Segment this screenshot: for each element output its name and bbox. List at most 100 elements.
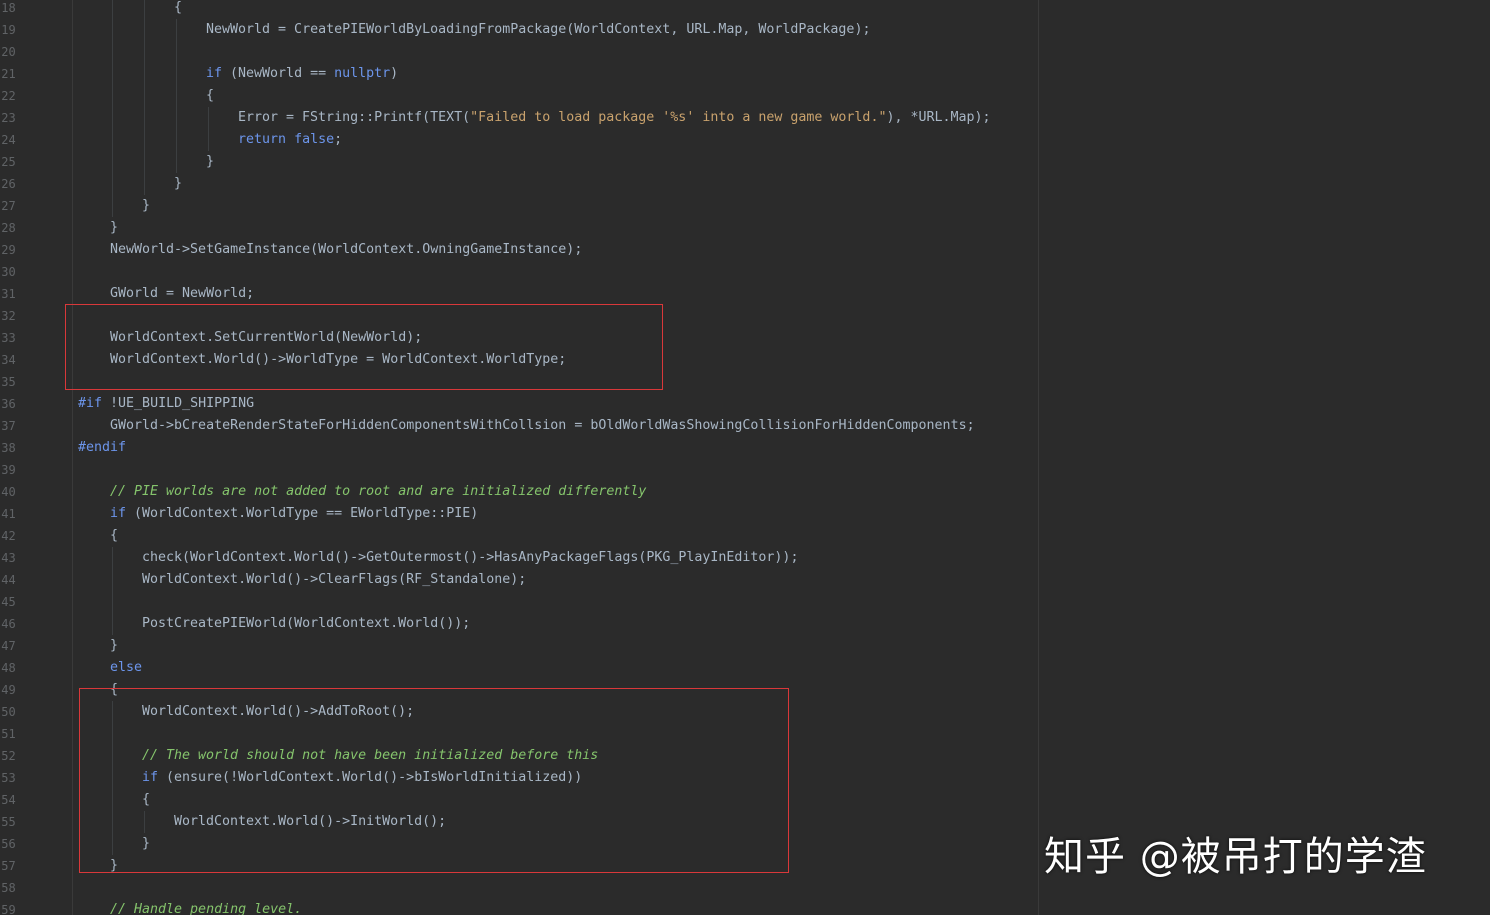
- line-number: '43: [0, 551, 16, 565]
- keyword-token: false: [294, 132, 335, 147]
- code-line[interactable]: }: [110, 635, 118, 657]
- indent-guide: [176, 19, 177, 173]
- code-token: {: [110, 528, 119, 543]
- line-number: '29: [0, 243, 16, 257]
- line-number: '41: [0, 507, 16, 521]
- line-number: '35: [0, 375, 16, 389]
- keyword-token: if: [110, 506, 127, 521]
- line-number: '22: [0, 89, 16, 103]
- code-line[interactable]: GWorld = NewWorld;: [110, 283, 254, 305]
- line-number: '33: [0, 331, 16, 345]
- line-number: '36: [0, 397, 16, 411]
- code-token: GWorld->bCreateRenderStateForHiddenCompo…: [110, 418, 975, 433]
- code-token: ): [390, 66, 399, 81]
- code-line[interactable]: #if !UE_BUILD_SHIPPING: [78, 393, 254, 415]
- code-token: }: [110, 638, 119, 653]
- code-line[interactable]: else: [110, 657, 142, 679]
- code-token: ), *URL.Map);: [886, 110, 991, 125]
- line-number: '31: [0, 287, 16, 301]
- line-number: '37: [0, 419, 16, 433]
- code-token: (NewWorld ==: [222, 66, 335, 81]
- code-line[interactable]: #endif: [78, 437, 126, 459]
- code-line[interactable]: if (NewWorld == nullptr): [206, 63, 398, 85]
- code-token: GWorld = NewWorld;: [110, 286, 255, 301]
- code-line[interactable]: NewWorld = CreatePIEWorldByLoadingFromPa…: [206, 19, 870, 41]
- line-number: '47: [0, 639, 16, 653]
- preprocessor-token: #if: [78, 396, 103, 411]
- keyword-token: return: [238, 132, 287, 147]
- code-token: NewWorld = CreatePIEWorldByLoadingFromPa…: [206, 22, 871, 37]
- line-number: '53: [0, 771, 16, 785]
- code-line[interactable]: if (WorldContext.WorldType == EWorldType…: [110, 503, 478, 525]
- line-number: '56: [0, 837, 16, 851]
- line-number: '26: [0, 177, 16, 191]
- code-line[interactable]: return false;: [238, 129, 342, 151]
- line-number: '59: [0, 903, 16, 915]
- code-line[interactable]: }: [142, 195, 150, 217]
- line-number: '51: [0, 727, 16, 741]
- code-token: }: [174, 176, 183, 191]
- code-line[interactable]: {: [110, 525, 118, 547]
- code-line[interactable]: // Handle pending level.: [110, 899, 302, 915]
- line-number: '21: [0, 67, 16, 81]
- code-token: {: [174, 0, 183, 15]
- code-token: !UE_BUILD_SHIPPING: [102, 396, 255, 411]
- line-number: '27: [0, 199, 16, 213]
- code-line[interactable]: {: [206, 85, 214, 107]
- code-token: }: [142, 198, 151, 213]
- indent-guide: [112, 547, 113, 635]
- preprocessor-token: #endif: [78, 440, 127, 455]
- code-line[interactable]: {: [174, 0, 182, 19]
- line-number: '52: [0, 749, 16, 763]
- code-line[interactable]: }: [110, 217, 118, 239]
- code-line[interactable]: }: [206, 151, 214, 173]
- right-margin-guide: [1038, 0, 1039, 915]
- code-line[interactable]: Error = FString::Printf(TEXT("Failed to …: [238, 107, 991, 129]
- line-number: '34: [0, 353, 16, 367]
- line-number: '38: [0, 441, 16, 455]
- line-number: '20: [0, 45, 16, 59]
- code-line[interactable]: GWorld->bCreateRenderStateForHiddenCompo…: [110, 415, 975, 437]
- code-line[interactable]: NewWorld->SetGameInstance(WorldContext.O…: [110, 239, 582, 261]
- code-token: }: [206, 154, 215, 169]
- code-token: ;: [334, 132, 343, 147]
- line-number: '58: [0, 881, 16, 895]
- comment-token: // PIE worlds are not added to root and …: [110, 484, 647, 499]
- line-number: '48: [0, 661, 16, 675]
- line-number: '18: [0, 1, 16, 15]
- keyword-token: nullptr: [334, 66, 391, 81]
- line-number: '57: [0, 859, 16, 873]
- line-number: '55: [0, 815, 16, 829]
- code-editor[interactable]: '18 '19 '20 '21 '22 '23 '24 '25 '26 '27 '28 '29 '30 '…: [0, 0, 1490, 915]
- line-number: '28: [0, 221, 16, 235]
- line-number: '54: [0, 793, 16, 807]
- code-line[interactable]: // PIE worlds are not added to root and …: [110, 481, 646, 503]
- highlight-box-set-current-world: [65, 304, 663, 390]
- code-token: NewWorld->SetGameInstance(WorldContext.O…: [110, 242, 583, 257]
- line-number: '24: [0, 133, 16, 147]
- line-number: '39: [0, 463, 16, 477]
- line-number: '46: [0, 617, 16, 631]
- watermark-text: 知乎 @被吊打的学渣: [1044, 834, 1427, 880]
- line-number: '25: [0, 155, 16, 169]
- line-number: '49: [0, 683, 16, 697]
- line-number: '42: [0, 529, 16, 543]
- code-line[interactable]: check(WorldContext.World()->GetOutermost…: [142, 547, 798, 569]
- line-number: '40: [0, 485, 16, 499]
- indent-guide: [144, 0, 145, 195]
- line-number: '45: [0, 595, 16, 609]
- line-number: '19: [0, 23, 16, 37]
- code-token: Error = FString::Printf(TEXT(: [238, 110, 471, 125]
- highlight-box-add-to-root: [79, 688, 789, 873]
- code-line[interactable]: WorldContext.World()->ClearFlags(RF_Stan…: [142, 569, 526, 591]
- code-token: PostCreatePIEWorld(WorldContext.World())…: [142, 616, 471, 631]
- code-token: {: [206, 88, 215, 103]
- code-line[interactable]: }: [174, 173, 182, 195]
- code-line[interactable]: PostCreatePIEWorld(WorldContext.World())…: [142, 613, 470, 635]
- line-number: '50: [0, 705, 16, 719]
- code-token: }: [110, 220, 119, 235]
- indent-guide: [112, 0, 113, 217]
- code-token: (WorldContext.WorldType == EWorldType::P…: [126, 506, 479, 521]
- line-number: '30: [0, 265, 16, 279]
